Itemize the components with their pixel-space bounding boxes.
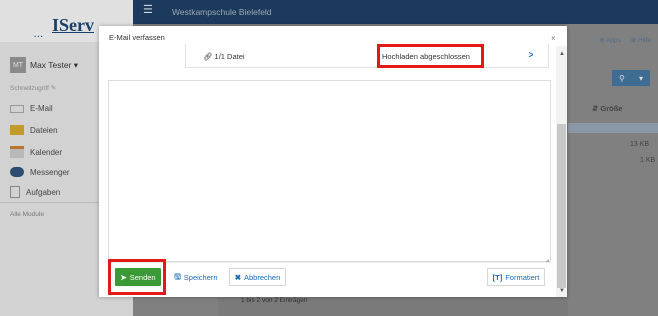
paperclip-icon: 🔗︎ bbox=[203, 52, 213, 61]
entries-count: 1 bis 2 von 2 Einträgen bbox=[241, 297, 308, 304]
message-body-editor[interactable] bbox=[108, 80, 551, 262]
modal-title: E-Mail verfassen bbox=[109, 33, 165, 42]
save-label: Speichern bbox=[183, 272, 218, 282]
chevron-right-icon[interactable]: > bbox=[529, 50, 534, 61]
search-button[interactable]: ⚲ ▾ bbox=[612, 70, 650, 86]
calendar-icon bbox=[10, 146, 24, 158]
user-menu[interactable]: MT Max Tester ▾ bbox=[10, 57, 78, 73]
logo-text: IServ bbox=[52, 15, 94, 35]
sidebar-item-label: E-Mail bbox=[30, 104, 53, 113]
format-label: Formatiert bbox=[505, 272, 540, 282]
quick-access-label: Schnellzugriff ✎ bbox=[10, 85, 57, 92]
send-button-highlight bbox=[108, 259, 166, 295]
grid-icon: ⊕ bbox=[599, 37, 605, 44]
chevron-down-icon: ▾ bbox=[638, 73, 643, 83]
save-icon: 🖫︎ bbox=[174, 271, 181, 281]
logo-dots: ... bbox=[34, 30, 44, 39]
scroll-up-icon[interactable]: ▲ bbox=[559, 51, 565, 57]
close-icon: ✖ bbox=[234, 272, 241, 282]
folder-icon bbox=[10, 125, 24, 135]
upload-status-highlight bbox=[377, 44, 484, 68]
sidebar-item-label: Dateien bbox=[30, 125, 58, 135]
selected-row[interactable] bbox=[568, 123, 658, 133]
save-button[interactable]: 🖫︎ Speichern bbox=[170, 268, 222, 286]
resize-grip-icon[interactable]: ◢ bbox=[545, 258, 549, 264]
hamburger-icon[interactable]: ☰ bbox=[143, 5, 153, 16]
close-icon[interactable]: × bbox=[551, 34, 556, 43]
size-column-header[interactable]: ⇵ Größe bbox=[592, 104, 622, 113]
format-button[interactable]: [T] Formatiert bbox=[487, 268, 545, 286]
file-size: 13 KB bbox=[630, 141, 650, 148]
user-name: Max Tester ▾ bbox=[30, 59, 79, 70]
sidebar-item-label: Aufgaben bbox=[26, 187, 61, 197]
mail-icon bbox=[10, 104, 24, 113]
apps-link[interactable]: ⊕ Apps bbox=[599, 36, 621, 44]
attachment-count[interactable]: 🔗︎ 1/1 Datei bbox=[203, 52, 245, 61]
sidebar-item-label: Messenger bbox=[30, 167, 70, 177]
help-icon: ⊕ bbox=[630, 37, 637, 44]
footer-divider bbox=[108, 262, 551, 263]
search-icon: ⚲ bbox=[619, 73, 625, 83]
file-size: 1 KB bbox=[640, 157, 656, 164]
all-modules-link[interactable]: Alle Module bbox=[10, 211, 44, 218]
header-links: ⊕ Apps ⊕ Hilfe bbox=[599, 36, 651, 44]
scroll-down-icon[interactable]: ▼ bbox=[559, 288, 565, 294]
scroll-thumb[interactable] bbox=[557, 124, 566, 288]
school-name: Westkampschule Bielefeld bbox=[172, 7, 272, 17]
chat-icon bbox=[10, 167, 24, 177]
sort-icon: ⇵ bbox=[592, 104, 599, 113]
pencil-icon[interactable]: ✎ bbox=[51, 85, 56, 92]
sidebar-item-label: Kalender bbox=[30, 147, 63, 157]
avatar: MT bbox=[10, 57, 26, 73]
cancel-button[interactable]: ✖ Abbrechen bbox=[229, 268, 286, 286]
format-icon: [T] bbox=[492, 272, 503, 282]
cancel-label: Abbrechen bbox=[244, 272, 281, 282]
tasks-icon bbox=[10, 186, 20, 198]
help-link[interactable]: ⊕ Hilfe bbox=[631, 36, 651, 44]
